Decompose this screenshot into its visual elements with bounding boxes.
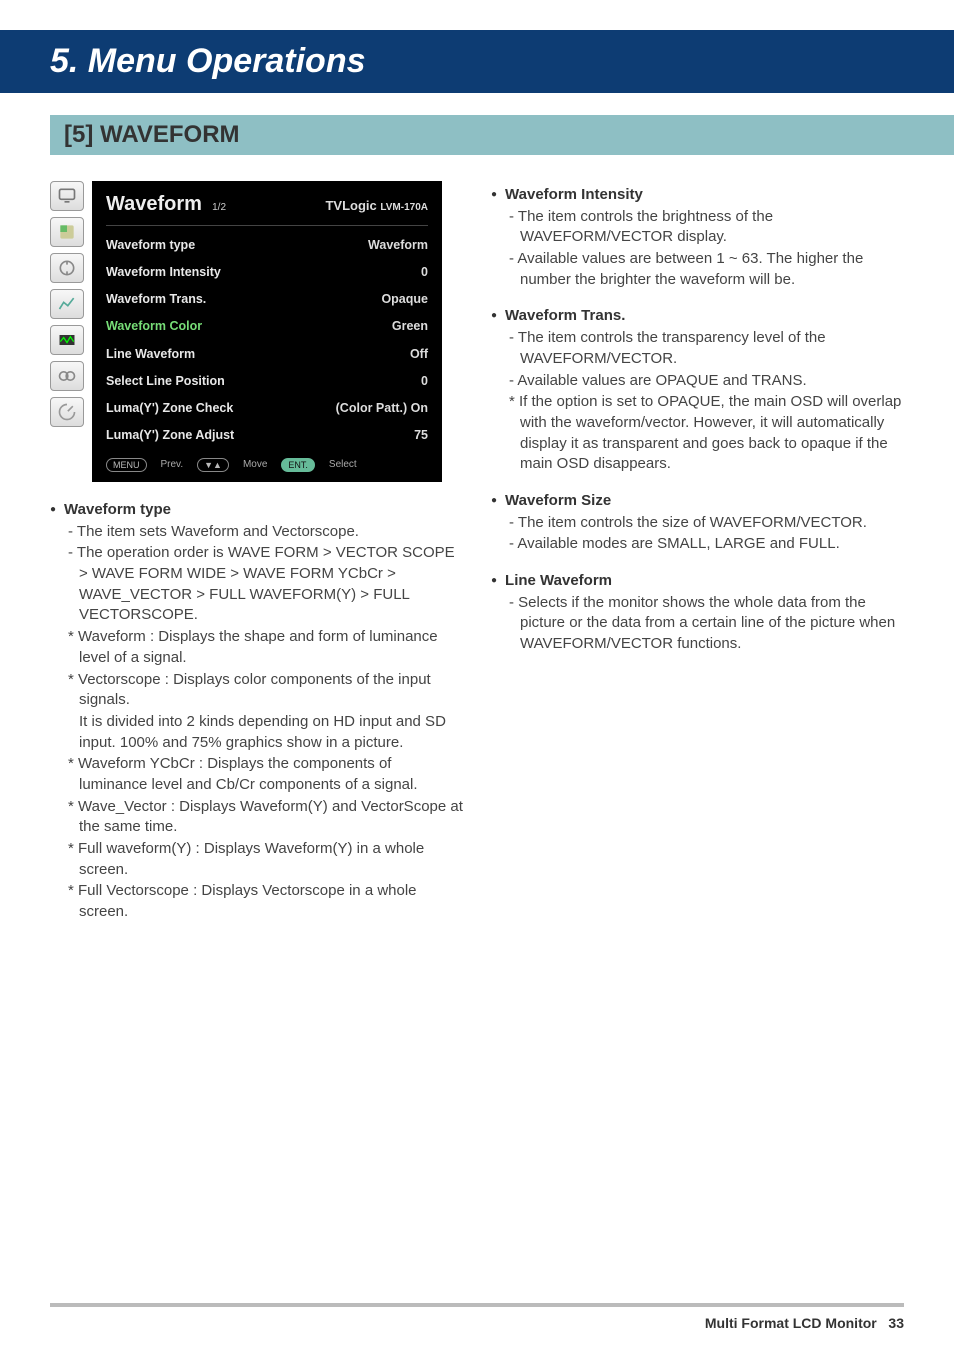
section-waveform-trans: Waveform Trans. The item controls the tr… [491,306,904,475]
heading: Waveform Intensity [491,185,904,206]
section-title: [5] WAVEFORM [50,115,954,155]
content: Waveform 1/2 TVLogic LVM-170A Waveform t… [0,155,954,1303]
heading: Waveform Size [491,491,904,512]
heading: Waveform type [50,500,463,521]
osd-brand: TVLogic LVM-170A [325,197,428,215]
list-item: If the option is set to OPAQUE, the main… [509,392,904,475]
osd-icon-strip [50,181,88,482]
page-number: 33 [888,1315,904,1331]
move-pill: ▼▲ [197,458,229,472]
list-item: The operation order is WAVE FORM > VECTO… [68,543,463,626]
osd-rows: Waveform typeWaveform Waveform Intensity… [106,232,428,450]
list-item: It is divided into 2 kinds depending on … [68,712,463,753]
osd-row: Luma(Y') Zone Check(Color Patt.) On [106,395,428,422]
system-icon [50,397,84,427]
osd-row: Waveform Intensity0 [106,259,428,286]
ent-pill: ENT. [281,458,315,472]
item-list: The item controls the transparency level… [491,328,904,475]
marker-icon [50,289,84,319]
osd-row-selected: Waveform ColorGreen [106,313,428,340]
osd-row: Luma(Y') Zone Adjust75 [106,422,428,449]
color-icon [50,217,84,247]
list-item: The item controls the brightness of the … [509,207,904,248]
monitor-icon [50,181,84,211]
list-item: Vectorscope : Displays color components … [68,670,463,711]
item-list: Selects if the monitor shows the whole d… [491,593,904,655]
right-column: Waveform Intensity The item controls the… [491,181,904,1303]
list-item: Available values are OPAQUE and TRANS. [509,371,904,392]
footer: Multi Format LCD Monitor 33 [50,1303,904,1331]
list-item: Available values are between 1 ~ 63. The… [509,249,904,290]
list-item: The item controls the size of WAVEFORM/V… [509,513,904,534]
section-waveform-intensity: Waveform Intensity The item controls the… [491,185,904,290]
list-item: The item controls the transparency level… [509,328,904,369]
item-list: The item sets Waveform and Vectorscope. … [50,522,463,923]
heading: Waveform Trans. [491,306,904,327]
waveform-icon [50,325,84,355]
item-list: The item controls the size of WAVEFORM/V… [491,513,904,555]
list-item: The item sets Waveform and Vectorscope. [68,522,463,543]
adjust-icon [50,253,84,283]
section-waveform-size: Waveform Size The item controls the size… [491,491,904,555]
footer-text: Multi Format LCD Monitor [705,1315,877,1331]
osd-panel: Waveform 1/2 TVLogic LVM-170A Waveform t… [50,181,463,482]
menu-pill: MENU [106,458,147,472]
item-list: The item controls the brightness of the … [491,207,904,291]
list-item: Available modes are SMALL, LARGE and FUL… [509,534,904,555]
list-item: Waveform YCbCr : Displays the components… [68,754,463,795]
section-line-waveform: Line Waveform Selects if the monitor sho… [491,571,904,655]
osd-hints: MENUPrev. ▼▲Move ENT.Select [106,458,428,472]
list-item: Full waveform(Y) : Displays Waveform(Y) … [68,839,463,880]
list-item: Full Vectorscope : Displays Vectorscope … [68,881,463,922]
section-waveform-type: Waveform type The item sets Waveform and… [50,500,463,923]
page: 5. Menu Operations [5] WAVEFORM [0,0,954,1357]
heading: Line Waveform [491,571,904,592]
osd-row: Select Line Position0 [106,368,428,395]
osd-title: Waveform [106,193,202,215]
osd-header: Waveform 1/2 TVLogic LVM-170A [106,191,428,226]
osd-row: Line WaveformOff [106,341,428,368]
left-column: Waveform 1/2 TVLogic LVM-170A Waveform t… [50,181,463,1303]
osd-page: 1/2 [212,202,226,213]
list-item: Waveform : Displays the shape and form o… [68,627,463,668]
osd-screen: Waveform 1/2 TVLogic LVM-170A Waveform t… [92,181,442,482]
osd-row: Waveform Trans.Opaque [106,286,428,313]
list-item: Wave_Vector : Displays Waveform(Y) and V… [68,797,463,838]
osd-row: Waveform typeWaveform [106,232,428,259]
chapter-title: 5. Menu Operations [0,30,954,93]
audio-icon [50,361,84,391]
list-item: Selects if the monitor shows the whole d… [509,593,904,655]
